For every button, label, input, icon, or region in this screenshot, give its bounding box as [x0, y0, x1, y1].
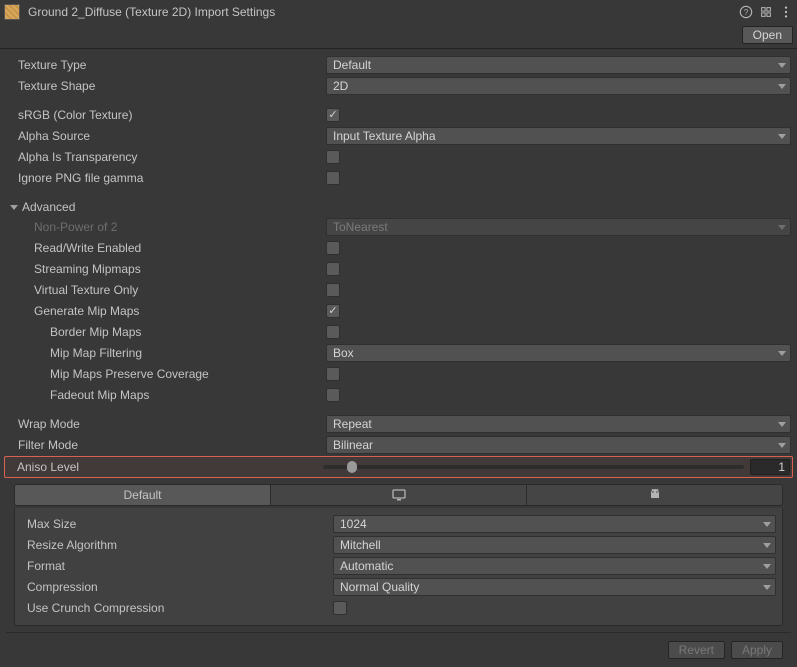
chevron-down-icon	[778, 422, 786, 427]
texture-shape-dropdown[interactable]: 2D	[326, 77, 791, 95]
chevron-down-icon	[778, 225, 786, 230]
chevron-down-icon	[778, 351, 786, 356]
virtual-texture-checkbox[interactable]	[326, 283, 340, 297]
readwrite-label: Read/Write Enabled	[6, 241, 326, 255]
apply-button[interactable]: Apply	[731, 641, 783, 659]
platform-tabs: Default	[14, 484, 783, 506]
chevron-down-icon	[778, 443, 786, 448]
texture-shape-label: Texture Shape	[6, 79, 326, 93]
format-value: Automatic	[340, 559, 393, 573]
format-label: Format	[21, 559, 333, 573]
inspector-title: Ground 2_Diffuse (Texture 2D) Import Set…	[28, 5, 739, 19]
platform-panel: Max Size 1024 Resize Algorithm Mitchell …	[14, 508, 783, 626]
advanced-foldout[interactable]: Advanced	[6, 197, 791, 217]
open-button[interactable]: Open	[742, 26, 793, 44]
texture-thumbnail	[4, 4, 20, 20]
mipmap-filtering-value: Box	[333, 346, 354, 360]
npot-value: ToNearest	[333, 220, 388, 234]
tab-standalone[interactable]	[271, 485, 527, 505]
tab-default[interactable]: Default	[15, 485, 271, 505]
resize-algorithm-dropdown[interactable]: Mitchell	[333, 536, 776, 554]
mipmap-filtering-dropdown[interactable]: Box	[326, 344, 791, 362]
max-size-dropdown[interactable]: 1024	[333, 515, 776, 533]
aniso-level-row: Aniso Level	[4, 456, 793, 478]
generate-mipmaps-checkbox[interactable]	[326, 304, 340, 318]
chevron-down-icon	[778, 134, 786, 139]
alpha-source-label: Alpha Source	[6, 129, 326, 143]
filter-mode-dropdown[interactable]: Bilinear	[326, 436, 791, 454]
preset-icon[interactable]	[759, 5, 773, 19]
filter-mode-value: Bilinear	[333, 438, 373, 452]
border-mipmaps-label: Border Mip Maps	[6, 325, 326, 339]
virtual-texture-label: Virtual Texture Only	[6, 283, 326, 297]
inspector-header: Ground 2_Diffuse (Texture 2D) Import Set…	[0, 0, 797, 24]
menu-icon[interactable]	[779, 5, 793, 19]
alpha-transparency-checkbox[interactable]	[326, 150, 340, 164]
aniso-level-label: Aniso Level	[7, 460, 323, 474]
border-mipmaps-checkbox[interactable]	[326, 325, 340, 339]
compression-dropdown[interactable]: Normal Quality	[333, 578, 776, 596]
ignore-png-gamma-label: Ignore PNG file gamma	[6, 171, 326, 185]
texture-shape-value: 2D	[333, 79, 348, 93]
resize-algorithm-value: Mitchell	[340, 538, 381, 552]
android-icon	[647, 487, 663, 503]
srgb-label: sRGB (Color Texture)	[6, 108, 326, 122]
chevron-down-icon	[763, 543, 771, 548]
streaming-mipmaps-checkbox[interactable]	[326, 262, 340, 276]
max-size-label: Max Size	[21, 517, 333, 531]
texture-type-dropdown[interactable]: Default	[326, 56, 791, 74]
crunch-checkbox[interactable]	[333, 601, 347, 615]
preserve-coverage-checkbox[interactable]	[326, 367, 340, 381]
aniso-level-field[interactable]	[750, 459, 790, 475]
foldout-arrow-icon	[10, 205, 18, 210]
wrap-mode-dropdown[interactable]: Repeat	[326, 415, 791, 433]
texture-type-value: Default	[333, 58, 371, 72]
streaming-mipmaps-label: Streaming Mipmaps	[6, 262, 326, 276]
alpha-transparency-label: Alpha Is Transparency	[6, 150, 326, 164]
format-dropdown[interactable]: Automatic	[333, 557, 776, 575]
generate-mipmaps-label: Generate Mip Maps	[6, 304, 326, 318]
wrap-mode-label: Wrap Mode	[6, 417, 326, 431]
chevron-down-icon	[763, 585, 771, 590]
texture-type-label: Texture Type	[6, 58, 326, 72]
fadeout-mipmaps-label: Fadeout Mip Maps	[6, 388, 326, 402]
slider-thumb[interactable]	[347, 461, 357, 473]
preserve-coverage-label: Mip Maps Preserve Coverage	[6, 367, 326, 381]
compression-label: Compression	[21, 580, 333, 594]
npot-label: Non-Power of 2	[6, 220, 326, 234]
chevron-down-icon	[778, 63, 786, 68]
srgb-checkbox[interactable]	[326, 108, 340, 122]
alpha-source-dropdown[interactable]: Input Texture Alpha	[326, 127, 791, 145]
max-size-value: 1024	[340, 517, 367, 531]
revert-button[interactable]: Revert	[668, 641, 725, 659]
monitor-icon	[391, 487, 407, 503]
chevron-down-icon	[763, 564, 771, 569]
open-row: Open	[0, 24, 797, 49]
chevron-down-icon	[778, 84, 786, 89]
npot-dropdown: ToNearest	[326, 218, 791, 236]
ignore-png-gamma-checkbox[interactable]	[326, 171, 340, 185]
tab-default-label: Default	[123, 488, 161, 502]
chevron-down-icon	[763, 522, 771, 527]
crunch-label: Use Crunch Compression	[21, 601, 333, 615]
readwrite-checkbox[interactable]	[326, 241, 340, 255]
advanced-label: Advanced	[22, 200, 75, 214]
tab-android[interactable]	[527, 485, 782, 505]
compression-value: Normal Quality	[340, 580, 419, 594]
help-icon[interactable]: ?	[739, 5, 753, 19]
footer: Revert Apply	[6, 632, 791, 663]
fadeout-mipmaps-checkbox[interactable]	[326, 388, 340, 402]
aniso-level-slider[interactable]	[323, 465, 744, 469]
filter-mode-label: Filter Mode	[6, 438, 326, 452]
wrap-mode-value: Repeat	[333, 417, 372, 431]
svg-text:?: ?	[744, 8, 749, 17]
mipmap-filtering-label: Mip Map Filtering	[6, 346, 326, 360]
alpha-source-value: Input Texture Alpha	[333, 129, 436, 143]
resize-algorithm-label: Resize Algorithm	[21, 538, 333, 552]
